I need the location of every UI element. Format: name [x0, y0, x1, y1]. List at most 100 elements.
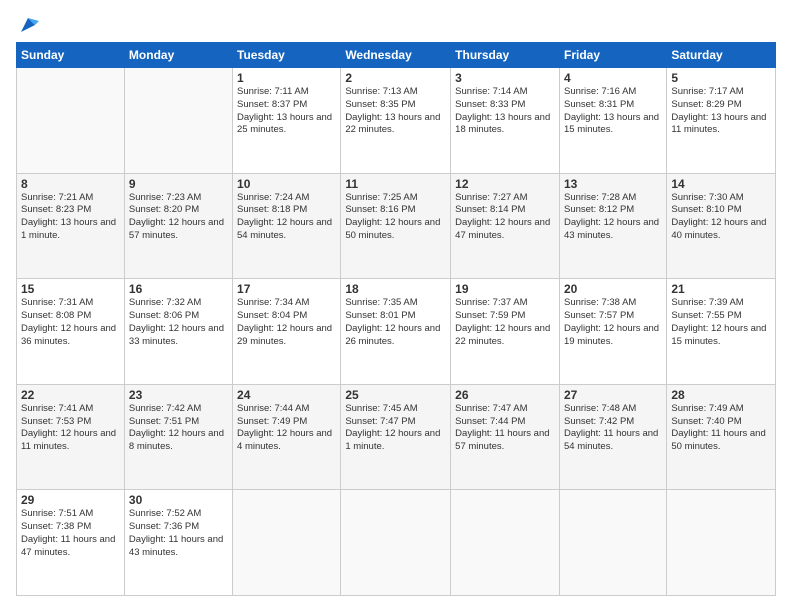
- logo: [16, 16, 39, 32]
- day-number: 26: [455, 388, 555, 402]
- calendar-cell: 30Sunrise: 7:52 AMSunset: 7:36 PMDayligh…: [124, 490, 232, 596]
- day-detail: Sunrise: 7:48 AMSunset: 7:42 PMDaylight:…: [564, 403, 658, 452]
- day-detail: Sunrise: 7:14 AMSunset: 8:33 PMDaylight:…: [455, 86, 550, 135]
- day-number: 18: [345, 282, 446, 296]
- calendar-cell: 21Sunrise: 7:39 AMSunset: 7:55 PMDayligh…: [667, 279, 776, 385]
- day-detail: Sunrise: 7:16 AMSunset: 8:31 PMDaylight:…: [564, 86, 659, 135]
- calendar-cell: [559, 490, 666, 596]
- day-detail: Sunrise: 7:35 AMSunset: 8:01 PMDaylight:…: [345, 297, 440, 346]
- day-detail: Sunrise: 7:11 AMSunset: 8:37 PMDaylight:…: [237, 86, 332, 135]
- day-detail: Sunrise: 7:13 AMSunset: 8:35 PMDaylight:…: [345, 86, 440, 135]
- day-number: 14: [671, 177, 771, 191]
- calendar-cell: 13Sunrise: 7:28 AMSunset: 8:12 PMDayligh…: [559, 173, 666, 279]
- calendar-header-row: SundayMondayTuesdayWednesdayThursdayFrid…: [17, 43, 776, 68]
- calendar-cell: 16Sunrise: 7:32 AMSunset: 8:06 PMDayligh…: [124, 279, 232, 385]
- day-number: 11: [345, 177, 446, 191]
- day-number: 8: [21, 177, 120, 191]
- day-detail: Sunrise: 7:37 AMSunset: 7:59 PMDaylight:…: [455, 297, 550, 346]
- day-number: 25: [345, 388, 446, 402]
- day-number: 30: [129, 493, 228, 507]
- calendar-cell: 4Sunrise: 7:16 AMSunset: 8:31 PMDaylight…: [559, 68, 666, 174]
- day-number: 9: [129, 177, 228, 191]
- day-number: 10: [237, 177, 336, 191]
- calendar-header-thursday: Thursday: [451, 43, 560, 68]
- calendar-cell: 19Sunrise: 7:37 AMSunset: 7:59 PMDayligh…: [451, 279, 560, 385]
- calendar-cell: 24Sunrise: 7:44 AMSunset: 7:49 PMDayligh…: [233, 384, 341, 490]
- day-detail: Sunrise: 7:17 AMSunset: 8:29 PMDaylight:…: [671, 86, 766, 135]
- day-number: 29: [21, 493, 120, 507]
- day-detail: Sunrise: 7:51 AMSunset: 7:38 PMDaylight:…: [21, 508, 115, 557]
- calendar-cell: 15Sunrise: 7:31 AMSunset: 8:08 PMDayligh…: [17, 279, 125, 385]
- day-number: 23: [129, 388, 228, 402]
- calendar-header-friday: Friday: [559, 43, 666, 68]
- day-detail: Sunrise: 7:52 AMSunset: 7:36 PMDaylight:…: [129, 508, 223, 557]
- day-number: 5: [671, 71, 771, 85]
- calendar-cell: [17, 68, 125, 174]
- day-detail: Sunrise: 7:23 AMSunset: 8:20 PMDaylight:…: [129, 192, 224, 241]
- calendar-header-tuesday: Tuesday: [233, 43, 341, 68]
- calendar-cell: 22Sunrise: 7:41 AMSunset: 7:53 PMDayligh…: [17, 384, 125, 490]
- calendar-cell: 11Sunrise: 7:25 AMSunset: 8:16 PMDayligh…: [341, 173, 451, 279]
- day-detail: Sunrise: 7:38 AMSunset: 7:57 PMDaylight:…: [564, 297, 659, 346]
- calendar-cell: 1Sunrise: 7:11 AMSunset: 8:37 PMDaylight…: [233, 68, 341, 174]
- calendar: SundayMondayTuesdayWednesdayThursdayFrid…: [16, 42, 776, 596]
- calendar-cell: 20Sunrise: 7:38 AMSunset: 7:57 PMDayligh…: [559, 279, 666, 385]
- day-detail: Sunrise: 7:30 AMSunset: 8:10 PMDaylight:…: [671, 192, 766, 241]
- logo-icon: [17, 14, 39, 36]
- page: SundayMondayTuesdayWednesdayThursdayFrid…: [0, 0, 792, 612]
- calendar-cell: [124, 68, 232, 174]
- day-number: 20: [564, 282, 662, 296]
- day-detail: Sunrise: 7:44 AMSunset: 7:49 PMDaylight:…: [237, 403, 332, 452]
- day-number: 3: [455, 71, 555, 85]
- day-number: 2: [345, 71, 446, 85]
- calendar-header-wednesday: Wednesday: [341, 43, 451, 68]
- day-detail: Sunrise: 7:25 AMSunset: 8:16 PMDaylight:…: [345, 192, 440, 241]
- calendar-week-row: 8Sunrise: 7:21 AMSunset: 8:23 PMDaylight…: [17, 173, 776, 279]
- calendar-cell: [233, 490, 341, 596]
- day-detail: Sunrise: 7:34 AMSunset: 8:04 PMDaylight:…: [237, 297, 332, 346]
- day-number: 22: [21, 388, 120, 402]
- day-detail: Sunrise: 7:47 AMSunset: 7:44 PMDaylight:…: [455, 403, 549, 452]
- calendar-header-sunday: Sunday: [17, 43, 125, 68]
- calendar-header-monday: Monday: [124, 43, 232, 68]
- day-detail: Sunrise: 7:45 AMSunset: 7:47 PMDaylight:…: [345, 403, 440, 452]
- day-number: 24: [237, 388, 336, 402]
- day-detail: Sunrise: 7:42 AMSunset: 7:51 PMDaylight:…: [129, 403, 224, 452]
- calendar-cell: 26Sunrise: 7:47 AMSunset: 7:44 PMDayligh…: [451, 384, 560, 490]
- calendar-week-row: 15Sunrise: 7:31 AMSunset: 8:08 PMDayligh…: [17, 279, 776, 385]
- calendar-cell: [667, 490, 776, 596]
- calendar-cell: 27Sunrise: 7:48 AMSunset: 7:42 PMDayligh…: [559, 384, 666, 490]
- day-number: 16: [129, 282, 228, 296]
- calendar-cell: 8Sunrise: 7:21 AMSunset: 8:23 PMDaylight…: [17, 173, 125, 279]
- day-number: 12: [455, 177, 555, 191]
- day-detail: Sunrise: 7:24 AMSunset: 8:18 PMDaylight:…: [237, 192, 332, 241]
- day-detail: Sunrise: 7:39 AMSunset: 7:55 PMDaylight:…: [671, 297, 766, 346]
- day-detail: Sunrise: 7:28 AMSunset: 8:12 PMDaylight:…: [564, 192, 659, 241]
- day-detail: Sunrise: 7:41 AMSunset: 7:53 PMDaylight:…: [21, 403, 116, 452]
- day-number: 17: [237, 282, 336, 296]
- day-number: 13: [564, 177, 662, 191]
- calendar-cell: 3Sunrise: 7:14 AMSunset: 8:33 PMDaylight…: [451, 68, 560, 174]
- calendar-cell: 14Sunrise: 7:30 AMSunset: 8:10 PMDayligh…: [667, 173, 776, 279]
- day-number: 19: [455, 282, 555, 296]
- day-number: 28: [671, 388, 771, 402]
- day-detail: Sunrise: 7:27 AMSunset: 8:14 PMDaylight:…: [455, 192, 550, 241]
- calendar-cell: [451, 490, 560, 596]
- calendar-cell: 10Sunrise: 7:24 AMSunset: 8:18 PMDayligh…: [233, 173, 341, 279]
- calendar-week-row: 22Sunrise: 7:41 AMSunset: 7:53 PMDayligh…: [17, 384, 776, 490]
- day-number: 1: [237, 71, 336, 85]
- header: [16, 16, 776, 32]
- day-detail: Sunrise: 7:21 AMSunset: 8:23 PMDaylight:…: [21, 192, 116, 241]
- calendar-cell: [341, 490, 451, 596]
- day-detail: Sunrise: 7:49 AMSunset: 7:40 PMDaylight:…: [671, 403, 765, 452]
- calendar-cell: 5Sunrise: 7:17 AMSunset: 8:29 PMDaylight…: [667, 68, 776, 174]
- calendar-header-saturday: Saturday: [667, 43, 776, 68]
- calendar-cell: 18Sunrise: 7:35 AMSunset: 8:01 PMDayligh…: [341, 279, 451, 385]
- calendar-week-row: 1Sunrise: 7:11 AMSunset: 8:37 PMDaylight…: [17, 68, 776, 174]
- calendar-cell: 2Sunrise: 7:13 AMSunset: 8:35 PMDaylight…: [341, 68, 451, 174]
- day-number: 4: [564, 71, 662, 85]
- calendar-cell: 28Sunrise: 7:49 AMSunset: 7:40 PMDayligh…: [667, 384, 776, 490]
- day-detail: Sunrise: 7:31 AMSunset: 8:08 PMDaylight:…: [21, 297, 116, 346]
- calendar-cell: 29Sunrise: 7:51 AMSunset: 7:38 PMDayligh…: [17, 490, 125, 596]
- day-number: 27: [564, 388, 662, 402]
